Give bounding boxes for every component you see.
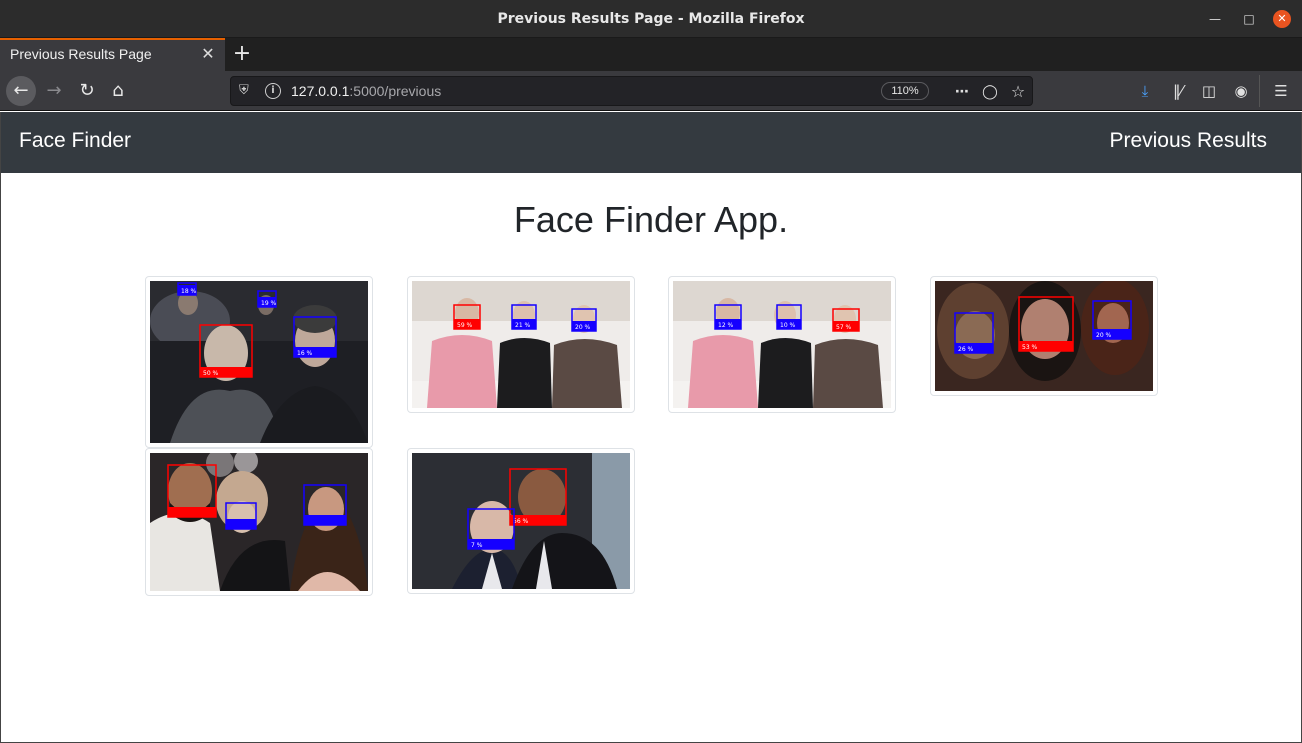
close-tab-icon[interactable]: ✕ xyxy=(200,45,216,63)
previous-results-link[interactable]: Previous Results xyxy=(1109,129,1267,153)
tracking-shield-icon[interactable]: ⛨ xyxy=(239,83,249,98)
site-info-icon[interactable]: i xyxy=(265,83,281,99)
result-image: 18 % 19 % 50 % 16 % xyxy=(150,281,368,443)
face-confidence-label: 19 % xyxy=(261,300,277,307)
result-image: 12 % 10 % 57 % xyxy=(673,281,891,408)
account-icon[interactable]: ◉ xyxy=(1229,79,1253,103)
maximize-icon[interactable]: □ xyxy=(1240,10,1258,28)
window-title: Previous Results Page - Mozilla Firefox xyxy=(497,11,805,27)
window-titlebar: Previous Results Page - Mozilla Firefox … xyxy=(0,0,1302,38)
brand-link[interactable]: Face Finder xyxy=(19,129,131,153)
result-image-card[interactable]: 56 % 7 % xyxy=(407,448,635,594)
sidebar-icon[interactable]: ◫ xyxy=(1197,79,1221,103)
library-icon[interactable]: ‖⁄ xyxy=(1166,79,1190,103)
face-confidence-label: 10 % xyxy=(780,322,796,329)
face-confidence-label: 12 % xyxy=(718,322,734,329)
face-confidence-label: 53 % xyxy=(1022,344,1038,351)
tab-previous-results[interactable]: Previous Results Page ✕ xyxy=(0,38,225,71)
url-text[interactable]: 127.0.0.1:5000/previous xyxy=(291,83,441,99)
site-navbar: Face Finder Previous Results xyxy=(1,112,1301,173)
page-actions-icon[interactable]: ⋯ xyxy=(951,81,973,103)
web-page: Face Finder Previous Results Face Finder… xyxy=(0,112,1302,743)
face-confidence-label: 16 % xyxy=(297,350,313,357)
hamburger-menu-icon[interactable]: ☰ xyxy=(1269,79,1293,103)
result-image xyxy=(150,453,368,591)
result-image-card[interactable]: 12 % 10 % 57 % xyxy=(668,276,896,413)
result-image-card[interactable] xyxy=(145,448,373,596)
bookmark-star-icon[interactable]: ☆ xyxy=(1007,81,1029,103)
face-confidence-label: 57 % xyxy=(836,324,852,331)
page-heading: Face Finder App. xyxy=(513,199,789,240)
home-icon[interactable]: ⌂ xyxy=(104,77,132,105)
face-label-bar xyxy=(226,519,256,529)
face-confidence-label: 59 % xyxy=(457,322,473,329)
result-image-card[interactable]: 18 % 19 % 50 % 16 % xyxy=(145,276,373,448)
pocket-icon[interactable]: ◯ xyxy=(979,81,1001,103)
address-bar[interactable]: ⛨ i 127.0.0.1:5000/previous 110% ⋯ ◯ ☆ xyxy=(230,76,1033,106)
url-host: 127.0.0.1 xyxy=(291,83,350,99)
downloads-icon[interactable]: ⤓ xyxy=(1133,79,1157,103)
face-confidence-label: 56 % xyxy=(513,518,529,525)
face-confidence-label: 7 % xyxy=(471,542,483,549)
face-confidence-label: 20 % xyxy=(575,324,591,331)
face-label-bar xyxy=(168,507,216,517)
result-image: 59 % 21 % 20 % xyxy=(412,281,630,408)
face-confidence-label: 21 % xyxy=(515,322,531,329)
result-image-card[interactable]: 59 % 21 % 20 % xyxy=(407,276,635,413)
reload-icon[interactable]: ↻ xyxy=(73,77,101,105)
result-image-card[interactable]: 26 % 53 % 20 % xyxy=(930,276,1158,396)
toolbar-separator xyxy=(1259,75,1260,107)
zoom-level-button[interactable]: 110% xyxy=(881,82,929,100)
tab-strip: Previous Results Page ✕ + xyxy=(0,38,1302,71)
result-image: 56 % 7 % xyxy=(412,453,630,589)
face-confidence-label: 18 % xyxy=(181,288,197,295)
face-confidence-label: 26 % xyxy=(958,346,974,353)
new-tab-icon[interactable]: + xyxy=(230,41,254,67)
face-confidence-label: 20 % xyxy=(1096,332,1112,339)
browser-toolbar: ← → ↻ ⌂ ⛨ i 127.0.0.1:5000/previous 110%… xyxy=(0,71,1302,111)
face-confidence-label: 50 % xyxy=(203,370,219,377)
result-image: 26 % 53 % 20 % xyxy=(935,281,1153,391)
forward-icon[interactable]: → xyxy=(40,77,68,105)
face-label-bar xyxy=(304,515,346,525)
tab-label: Previous Results Page xyxy=(10,46,152,62)
minimize-icon[interactable]: — xyxy=(1206,10,1224,28)
back-icon[interactable]: ← xyxy=(6,76,36,106)
close-window-icon[interactable]: ✕ xyxy=(1273,10,1291,28)
url-path: :5000/previous xyxy=(349,83,442,99)
